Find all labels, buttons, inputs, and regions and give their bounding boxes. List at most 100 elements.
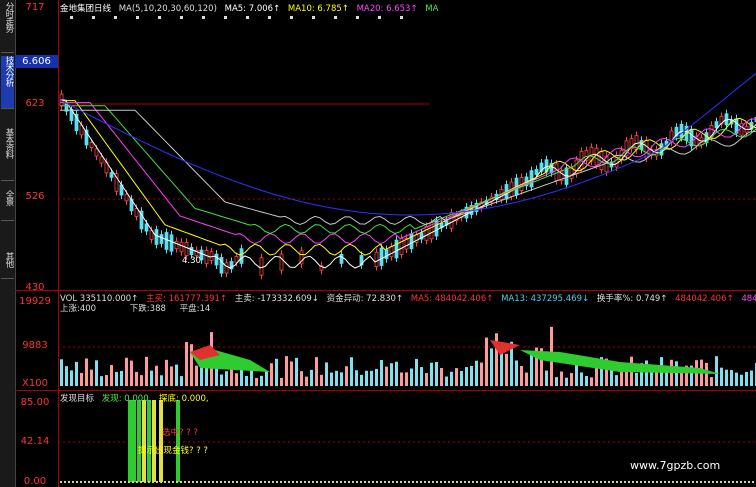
indicator-baseline-dot (116, 481, 118, 483)
indicator-baseline-dot (472, 481, 474, 483)
indicator-baseline-dot (148, 481, 150, 483)
indicator-baseline-dot (248, 481, 250, 483)
volume-bar (110, 365, 113, 386)
indicator-baseline-dot (464, 481, 466, 483)
volume-bar (145, 356, 148, 386)
indicator-baseline-dot (548, 481, 550, 483)
indicator-baseline-dot (280, 481, 282, 483)
volume-bar (715, 356, 718, 386)
event-marker (92, 16, 95, 19)
indicator-baseline-dot (616, 481, 618, 483)
indicator-baseline-dot (560, 481, 562, 483)
volume-bar (565, 377, 568, 386)
event-marker (136, 16, 139, 19)
indicator-baseline-dot (492, 481, 494, 483)
indicator-baseline-dot (512, 481, 514, 483)
volume-bar (430, 362, 433, 386)
indicator-baseline-dot (320, 481, 322, 483)
volume-bar (160, 375, 163, 386)
indicator-baseline-dot (204, 481, 206, 483)
volume-bar (225, 371, 228, 386)
indicator-baseline-dot (236, 481, 238, 483)
volume-bar (140, 375, 143, 386)
candle-body (189, 247, 194, 255)
indicator-baseline-dot (600, 481, 602, 483)
volume-bar (735, 372, 738, 386)
indicator-bottom: 探底: 0.000, (159, 394, 209, 404)
indicator-baseline-dot (176, 481, 178, 483)
indicator-bar (132, 400, 136, 482)
volume-bar (190, 344, 193, 386)
indicator-baseline-dot (420, 481, 422, 483)
indicator-baseline-dot (144, 481, 146, 483)
volume-bar (450, 371, 453, 386)
indicator-baseline-dot (652, 481, 654, 483)
indicator-baseline-dot (708, 481, 710, 483)
indicator-baseline-dot (668, 481, 670, 483)
candle-body (534, 169, 539, 175)
volume-bar (60, 359, 63, 386)
indicator-baseline-dot (228, 481, 230, 483)
indicator-baseline-dot (584, 481, 586, 483)
volume-bar (490, 348, 493, 386)
volume-bar (315, 357, 318, 386)
candle-body (389, 246, 394, 258)
active-sell: 主卖: -173332.609↓ (234, 294, 319, 304)
event-marker (114, 16, 117, 19)
indicator-baseline-dot (184, 481, 186, 483)
indicator-baseline-dot (736, 481, 738, 483)
indicator-baseline-dot (676, 481, 678, 483)
volume-bar (350, 357, 353, 386)
volume-bar (710, 377, 713, 386)
volume-bar (270, 363, 273, 386)
volume-bar (100, 376, 103, 386)
event-marker (378, 16, 381, 19)
advance-count: 上涨:400 (60, 304, 97, 314)
indicator-baseline-dot (276, 481, 278, 483)
chart-canvas[interactable] (0, 0, 756, 487)
candle-body (124, 193, 129, 202)
volume-bar (395, 361, 398, 386)
event-marker (70, 16, 73, 19)
indicator-baseline-dot (96, 481, 98, 483)
indicator-baseline-dot (88, 481, 90, 483)
indicator-baseline-dot (692, 481, 694, 483)
indicator-baseline-dot (388, 481, 390, 483)
candle-body (239, 248, 244, 264)
indicator-baseline-dot (152, 481, 154, 483)
indicator-baseline-dot (516, 481, 518, 483)
indicator-baseline-dot (432, 481, 434, 483)
indicator-baseline-dot (412, 481, 414, 483)
indicator-baseline-dot (140, 481, 142, 483)
indicator-baseline-dot (404, 481, 406, 483)
volume-bar (205, 366, 208, 386)
volume-bar (480, 362, 483, 386)
fund-movement: 资金异动: 72.830↑ (326, 294, 404, 304)
volume-bar (75, 361, 78, 386)
indicator-baseline-dot (312, 481, 314, 483)
indicator-baseline-dot (348, 481, 350, 483)
indicator-baseline-dot (408, 481, 410, 483)
indicator-baseline-dot (240, 481, 242, 483)
indicator-baseline-dot (180, 481, 182, 483)
indicator-baseline-dot (728, 481, 730, 483)
candle-body (279, 253, 284, 271)
moving-average-line (60, 109, 756, 226)
event-marker (268, 16, 271, 19)
indicator-baseline-dot (572, 481, 574, 483)
volume-bar (105, 375, 108, 386)
indicator-baseline-dot (712, 481, 714, 483)
indicator-baseline-dot (660, 481, 662, 483)
volume-bar (245, 375, 248, 386)
volume-bar (90, 369, 93, 386)
volume-bar (525, 372, 528, 386)
indicator-baseline-dot (452, 481, 454, 483)
event-marker (246, 16, 249, 19)
indicator-baseline-dot (628, 481, 630, 483)
candle-body (384, 249, 389, 260)
indicator-bar (137, 400, 141, 482)
indicator-baseline-dot (400, 481, 402, 483)
volume-bar (85, 358, 88, 386)
volume-bar (275, 358, 278, 386)
candle-body (409, 233, 414, 250)
